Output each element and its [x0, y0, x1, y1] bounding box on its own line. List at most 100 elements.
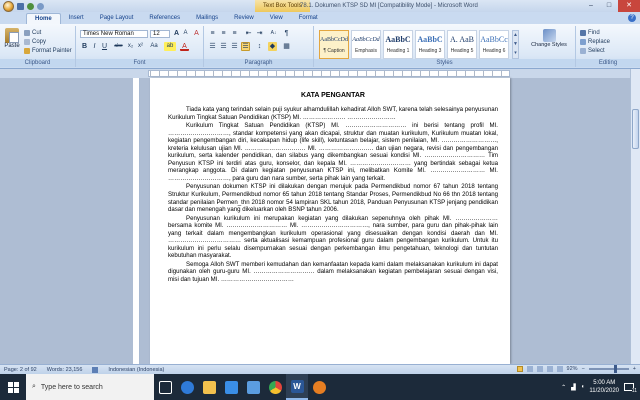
- tab-view[interactable]: View: [262, 13, 291, 24]
- clock[interactable]: 5:00 AM 11/20/2020: [589, 379, 619, 395]
- numbering-icon[interactable]: ≡: [219, 29, 228, 38]
- superscript-button[interactable]: x²: [136, 42, 145, 51]
- proofing-icon[interactable]: [92, 366, 99, 373]
- change-styles-button[interactable]: Change Styles: [528, 29, 570, 59]
- clear-format-button[interactable]: A: [192, 29, 201, 38]
- align-right-icon[interactable]: ☰: [230, 42, 239, 51]
- grow-font-button[interactable]: A: [172, 29, 181, 38]
- format-painter-button[interactable]: Format Painter: [24, 47, 72, 55]
- tab-review[interactable]: Review: [226, 13, 262, 24]
- title-bar: Text Box Tools 78.1. Dokumen KTSP SD MI …: [0, 0, 640, 12]
- minimize-button[interactable]: –: [582, 0, 600, 12]
- increase-indent-icon[interactable]: ⇥: [255, 29, 264, 38]
- store-icon[interactable]: [220, 374, 242, 400]
- document-page[interactable]: KATA PENGANTAR Tiada kata yang terindah …: [150, 78, 510, 364]
- zoom-out-icon[interactable]: −: [582, 366, 585, 372]
- word-count[interactable]: Words: 23,156: [47, 367, 83, 373]
- full-screen-icon[interactable]: [526, 366, 533, 372]
- help-icon[interactable]: ?: [628, 14, 636, 22]
- maximize-button[interactable]: □: [600, 0, 618, 12]
- save-icon[interactable]: [17, 2, 24, 10]
- horizontal-ruler[interactable]: [0, 69, 640, 78]
- undo-icon[interactable]: [27, 2, 34, 10]
- zoom-level[interactable]: 92%: [567, 366, 578, 372]
- page-count[interactable]: Page: 2 of 92: [4, 367, 37, 373]
- tab-references[interactable]: References: [141, 13, 188, 24]
- align-left-icon[interactable]: ☰: [208, 42, 217, 51]
- shading-icon[interactable]: ◆: [268, 42, 277, 51]
- zoom-slider-knob[interactable]: [613, 365, 617, 373]
- language-label[interactable]: Indonesian (Indonesia): [108, 367, 164, 373]
- sort-button[interactable]: A↓: [268, 29, 279, 38]
- edge-icon[interactable]: [176, 374, 198, 400]
- font-size-select[interactable]: 12: [150, 30, 170, 38]
- highlight-button[interactable]: ab: [164, 42, 176, 51]
- style-heading-5[interactable]: A. AaB Heading 5: [447, 30, 477, 59]
- vertical-ruler[interactable]: [133, 78, 140, 364]
- strikethrough-button[interactable]: abe: [112, 42, 125, 51]
- font-color-button[interactable]: A: [180, 42, 189, 51]
- network-icon[interactable]: ▟: [571, 384, 576, 391]
- view-zoom-controls: 92% − +: [516, 365, 636, 373]
- underline-button[interactable]: U: [100, 42, 109, 51]
- draft-icon[interactable]: [556, 366, 563, 372]
- tab-insert[interactable]: Insert: [61, 13, 92, 24]
- bold-button[interactable]: B: [80, 42, 89, 51]
- search-placeholder: Type here to search: [40, 383, 103, 391]
- bullets-icon[interactable]: ≡: [208, 29, 217, 38]
- show-formatting-button[interactable]: ¶: [282, 29, 291, 38]
- vertical-scrollbar[interactable]: [630, 69, 640, 364]
- start-button[interactable]: [0, 374, 26, 400]
- find-button[interactable]: Find: [580, 29, 600, 37]
- tab-page-layout[interactable]: Page Layout: [92, 13, 142, 24]
- multilevel-list-icon[interactable]: ≡: [230, 29, 239, 38]
- zoom-slider[interactable]: [588, 365, 629, 373]
- font-family-select[interactable]: Times New Roman: [80, 30, 148, 38]
- web-layout-icon[interactable]: [536, 366, 543, 372]
- style-emphasis[interactable]: AaBbCcDd Emphasis: [351, 30, 381, 59]
- tab-mailings[interactable]: Mailings: [188, 13, 226, 24]
- style-heading-3[interactable]: AaBbC Heading 3: [415, 30, 445, 59]
- chrome-icon[interactable]: [264, 374, 286, 400]
- borders-icon[interactable]: ▦: [282, 42, 291, 51]
- document-body[interactable]: KATA PENGANTAR Tiada kata yang terindah …: [168, 92, 498, 285]
- notification-icon[interactable]: 11: [624, 383, 637, 394]
- task-view-icon[interactable]: [154, 374, 176, 400]
- line-spacing-icon[interactable]: ↕: [255, 42, 264, 51]
- up-arrow-icon[interactable]: ⌃: [561, 384, 566, 391]
- italic-button[interactable]: I: [90, 42, 99, 51]
- tab-home[interactable]: Home: [26, 13, 61, 24]
- document-title: KATA PENGANTAR: [301, 92, 365, 99]
- print-layout-icon[interactable]: [516, 366, 523, 372]
- media-player-icon[interactable]: [308, 374, 330, 400]
- justify-icon[interactable]: ☰: [241, 42, 250, 51]
- office-button[interactable]: [3, 0, 14, 12]
- align-center-icon[interactable]: ☰: [219, 42, 228, 51]
- outline-icon[interactable]: [546, 366, 553, 372]
- paste-button[interactable]: Paste: [4, 28, 20, 52]
- word-icon[interactable]: W: [286, 374, 308, 400]
- tab-format[interactable]: Format: [291, 13, 326, 24]
- subscript-button[interactable]: x₂: [126, 42, 135, 51]
- styles-scroll[interactable]: ▲ ▼ ▾: [512, 30, 519, 59]
- close-button[interactable]: ✕: [618, 0, 640, 12]
- replace-button[interactable]: Replace: [580, 38, 610, 46]
- file-explorer-icon[interactable]: [198, 374, 220, 400]
- shrink-font-button[interactable]: A: [181, 29, 190, 38]
- select-button[interactable]: Select: [580, 47, 605, 55]
- change-case-button[interactable]: Aa: [148, 42, 160, 51]
- decrease-indent-icon[interactable]: ⇤: [244, 29, 253, 38]
- cut-button[interactable]: Cut: [24, 29, 41, 37]
- scrollbar-thumb[interactable]: [632, 109, 639, 149]
- style-caption[interactable]: AaBbCcDd ¶ Caption: [319, 30, 349, 59]
- style-heading-6[interactable]: AaBbCc Heading 6: [479, 30, 509, 59]
- ribbon: Paste Cut Copy Format Painter Clipboard …: [0, 24, 640, 69]
- redo-icon[interactable]: [37, 2, 44, 10]
- volume-icon[interactable]: ◖: [581, 384, 585, 390]
- copy-button[interactable]: Copy: [24, 38, 46, 46]
- zoom-in-icon[interactable]: +: [633, 366, 636, 372]
- style-heading-1[interactable]: AaBbC Heading 1: [383, 30, 413, 59]
- style-name: Heading 3: [418, 48, 442, 54]
- taskbar-search[interactable]: ⌕ Type here to search: [26, 374, 154, 400]
- mail-icon[interactable]: [242, 374, 264, 400]
